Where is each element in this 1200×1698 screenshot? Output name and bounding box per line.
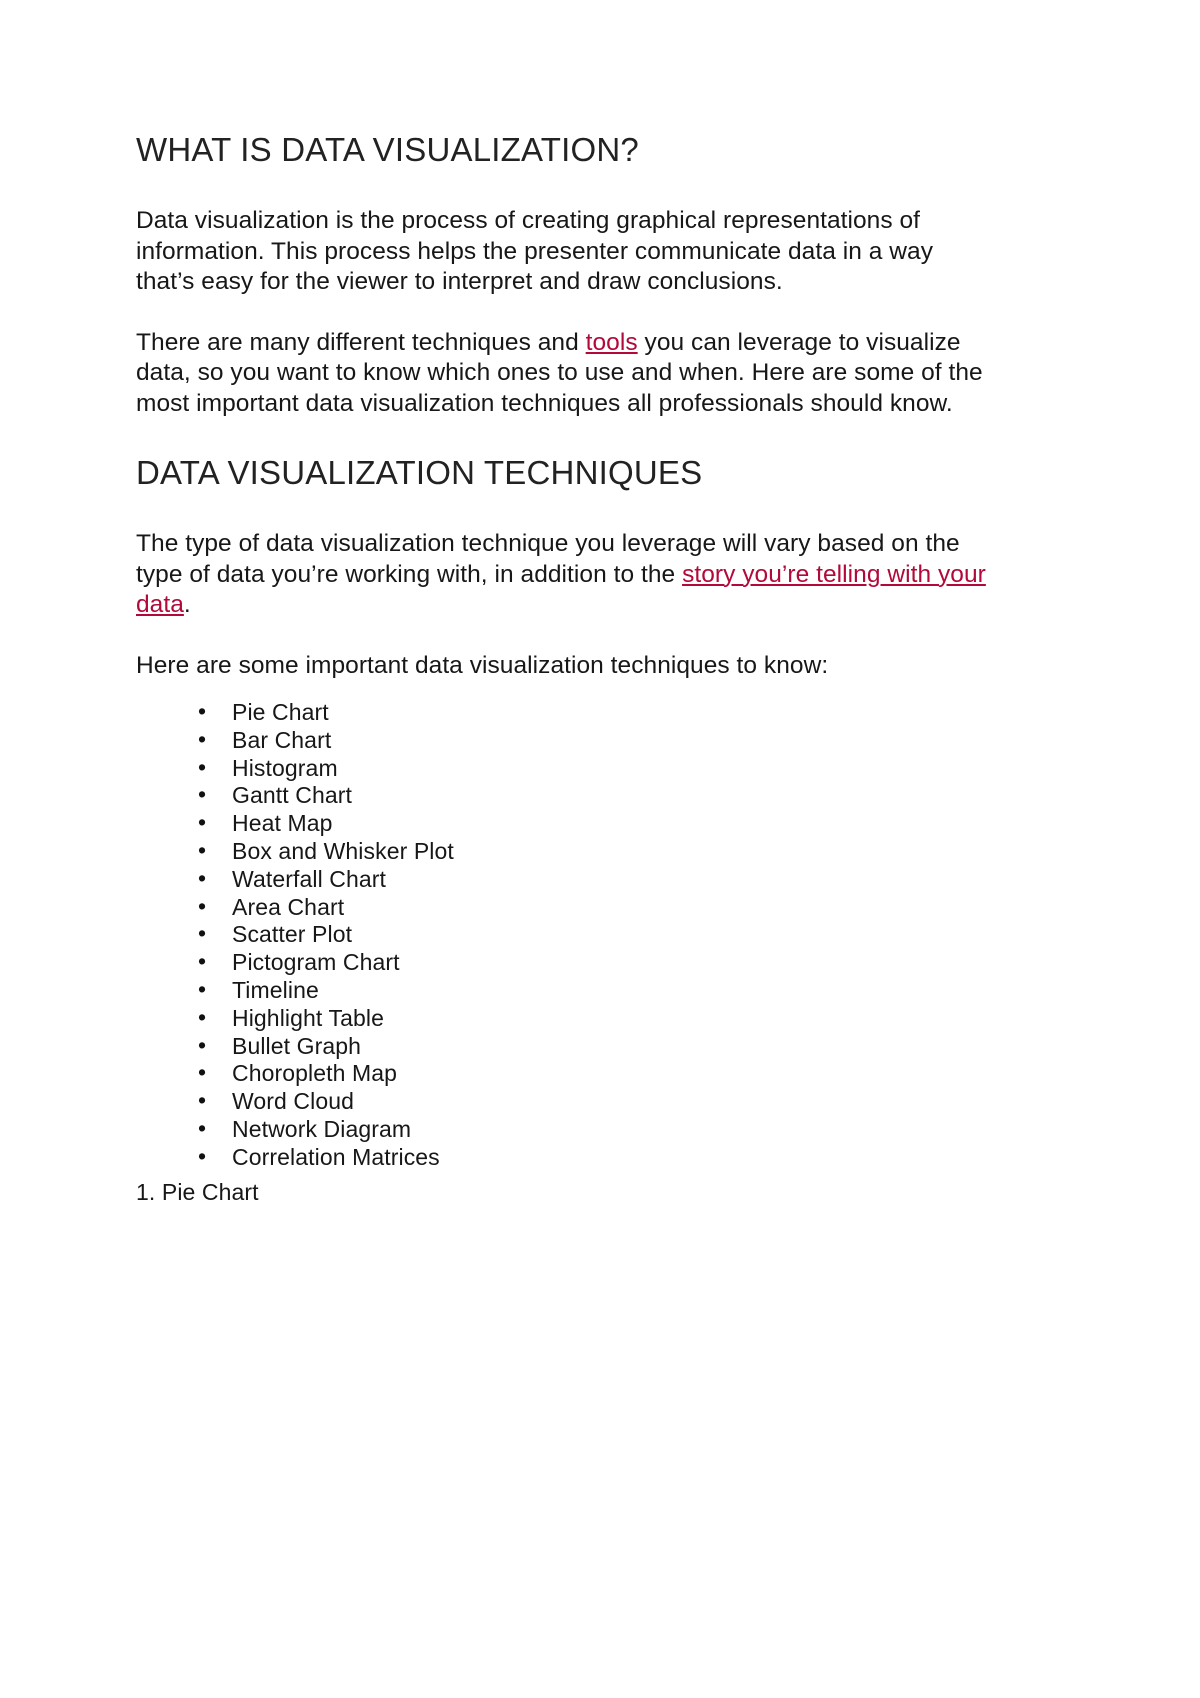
techniques-list: Pie Chart Bar Chart Histogram Gantt Char… (136, 698, 1060, 1172)
numbered-item-pie-chart: 1. Pie Chart (136, 1178, 259, 1205)
list-item: Word Cloud (198, 1087, 1060, 1116)
list-item: Pie Chart (198, 698, 1060, 727)
list-item: Area Chart (198, 893, 1060, 922)
list-item: Heat Map (198, 809, 1060, 838)
tools-link[interactable]: tools (586, 329, 638, 356)
list-item: Pictogram Chart (198, 948, 1060, 977)
list-item: Network Diagram (198, 1115, 1060, 1144)
page-title: WHAT IS DATA VISUALIZATION? (136, 131, 639, 168)
paragraph-techniques-intro: There are many different techniques and … (136, 328, 986, 420)
list-item: Scatter Plot (198, 920, 1060, 949)
list-item: Correlation Matrices (198, 1143, 1060, 1172)
paragraph-list-intro: Here are some important data visualizati… (136, 651, 829, 679)
list-item: Waterfall Chart (198, 865, 1060, 894)
list-item: Gantt Chart (198, 781, 1060, 810)
paragraph-definition: Data visualization is the process of cre… (136, 207, 934, 295)
paragraph-technique-type-tail: . (183, 591, 191, 618)
list-item: Box and Whisker Plot (198, 837, 1060, 866)
list-item: Bar Chart (198, 726, 1060, 755)
paragraph-technique-type: The type of data visualization technique… (136, 529, 986, 621)
list-item: Histogram (198, 754, 1060, 783)
list-item: Bullet Graph (198, 1032, 1060, 1061)
document-page: WHAT IS DATA VISUALIZATION? Data visuali… (0, 0, 1200, 1698)
list-item: Highlight Table (198, 1004, 1060, 1033)
section-title-techniques: DATA VISUALIZATION TECHNIQUES (136, 454, 703, 491)
list-item: Choropleth Map (198, 1059, 1060, 1088)
paragraph-techniques-intro-lead: There are many different techniques and (136, 328, 586, 356)
list-item: Timeline (198, 976, 1060, 1005)
